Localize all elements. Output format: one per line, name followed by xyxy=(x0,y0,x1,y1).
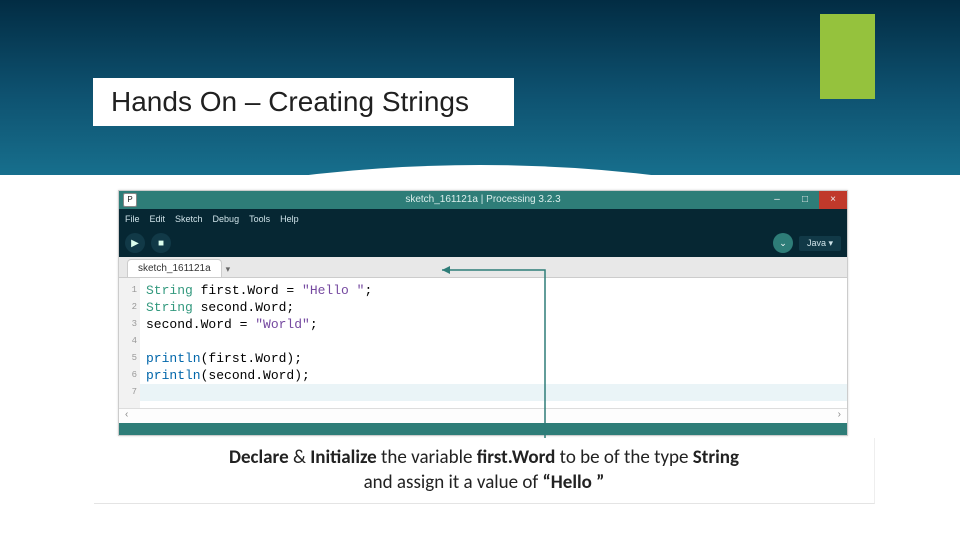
menu-debug[interactable]: Debug xyxy=(213,214,240,224)
debug-button[interactable]: ⌄ xyxy=(773,233,793,253)
code-editor[interactable]: String first.Word = "Hello "; String sec… xyxy=(140,278,847,408)
scroll-right-icon[interactable]: › xyxy=(838,409,841,423)
window-title-text: sketch_161121a | Processing 3.2.3 xyxy=(405,194,560,205)
line-number: 2 xyxy=(119,299,137,316)
menu-bar: File Edit Sketch Debug Tools Help xyxy=(119,209,847,229)
sketch-tab[interactable]: sketch_161121a xyxy=(127,259,222,277)
code-line: String first.Word = "Hello "; xyxy=(146,282,841,299)
line-number: 5 xyxy=(119,350,137,367)
menu-tools[interactable]: Tools xyxy=(249,214,270,224)
code-line: println(first.Word); xyxy=(146,350,841,367)
code-line: println(second.Word); xyxy=(146,367,841,384)
toolbar: ▶ ■ ⌄ Java ▾ xyxy=(119,229,847,257)
line-gutter: 1 2 3 4 5 6 7 xyxy=(119,278,140,408)
line-number: 7 xyxy=(119,384,137,401)
code-line xyxy=(146,333,841,350)
menu-file[interactable]: File xyxy=(125,214,140,224)
caption-box: Declare & Initialize the variable first.… xyxy=(94,438,875,504)
stop-button[interactable]: ■ xyxy=(151,233,171,253)
close-button[interactable]: × xyxy=(819,191,847,209)
app-icon: P xyxy=(123,193,137,207)
scroll-left-icon[interactable]: ‹ xyxy=(125,409,128,423)
window-titlebar: P sketch_161121a | Processing 3.2.3 – □ … xyxy=(119,191,847,209)
accent-block xyxy=(820,14,875,99)
caption-word: “Hello ” xyxy=(543,471,605,494)
caption-word: Initialize xyxy=(310,446,377,469)
window-control-buttons: – □ × xyxy=(763,191,847,209)
scroll-strip: ‹ › xyxy=(119,408,847,423)
caption-word: String xyxy=(693,446,739,469)
minimize-button[interactable]: – xyxy=(763,191,791,209)
code-area: 1 2 3 4 5 6 7 String first.Word = "Hello… xyxy=(119,278,847,408)
code-line: String second.Word; xyxy=(146,299,841,316)
line-number: 6 xyxy=(119,367,137,384)
caption-word: Declare xyxy=(229,446,289,469)
menu-help[interactable]: Help xyxy=(280,214,299,224)
slide-title: Hands On – Creating Strings xyxy=(93,78,514,126)
ide-status-bar xyxy=(119,423,847,435)
menu-edit[interactable]: Edit xyxy=(150,214,166,224)
line-number: 3 xyxy=(119,316,137,333)
line-number: 1 xyxy=(119,282,137,299)
maximize-button[interactable]: □ xyxy=(791,191,819,209)
run-button[interactable]: ▶ xyxy=(125,233,145,253)
processing-ide-window: P sketch_161121a | Processing 3.2.3 – □ … xyxy=(118,190,848,436)
menu-sketch[interactable]: Sketch xyxy=(175,214,203,224)
code-line: second.Word = "World"; xyxy=(146,316,841,333)
tab-dropdown-icon[interactable]: ▾ xyxy=(222,262,235,277)
mode-selector[interactable]: Java ▾ xyxy=(799,236,841,251)
cursor-highlight xyxy=(140,384,847,401)
caption-word: first.Word xyxy=(477,446,556,469)
line-number: 4 xyxy=(119,333,137,350)
tab-strip: sketch_161121a ▾ xyxy=(119,257,847,278)
